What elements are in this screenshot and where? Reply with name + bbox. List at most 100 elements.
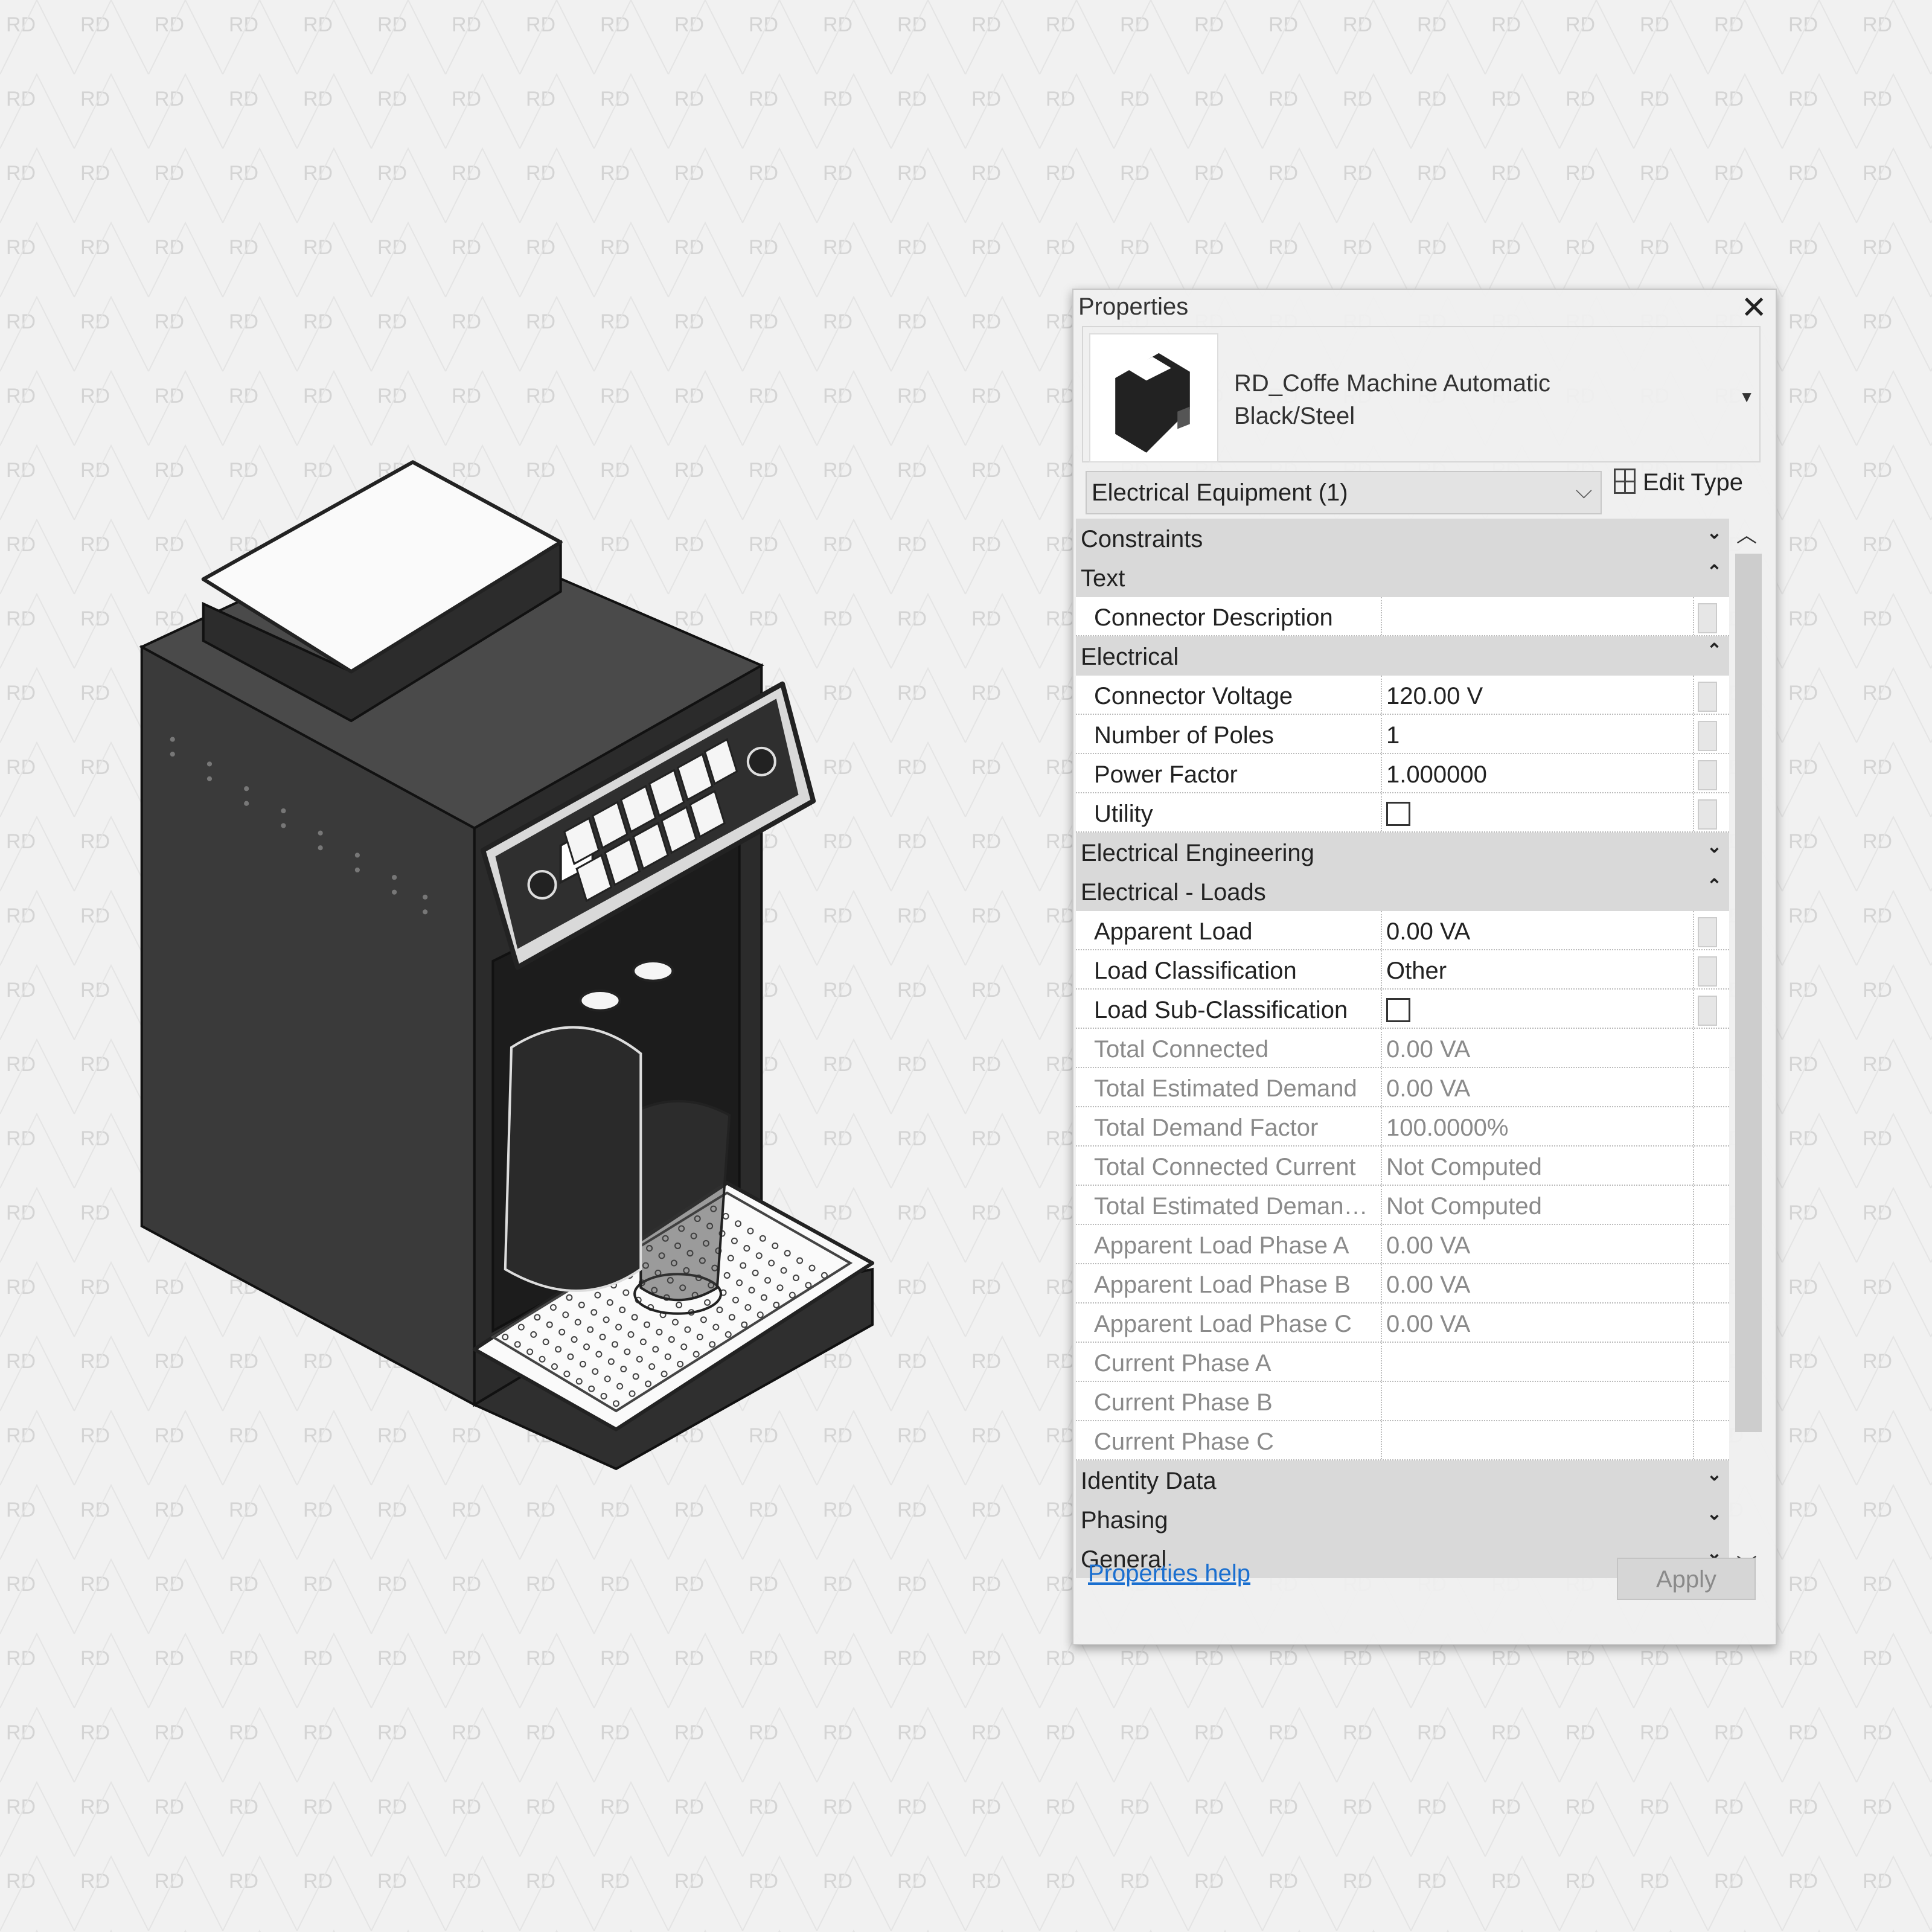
property-value[interactable]: 1.000000: [1386, 761, 1688, 788]
property-row: Current Phase C: [1076, 1421, 1729, 1460]
property-label: Total Demand Factor: [1094, 1115, 1319, 1141]
property-value: 0.00 VA: [1386, 1232, 1471, 1259]
group-label: Constraints: [1081, 526, 1203, 552]
property-row: Total Connected 0.00 VA: [1076, 1029, 1729, 1068]
associate-parameter-button[interactable]: [1698, 721, 1717, 751]
expand-icon[interactable]: ⌄: [1707, 1503, 1722, 1524]
close-icon[interactable]: ✕: [1741, 290, 1767, 326]
property-label: Total Estimated Demand: [1094, 1075, 1357, 1102]
category-filter-value: Electrical Equipment (1): [1092, 479, 1348, 506]
collapse-icon[interactable]: ⌃: [1707, 875, 1722, 897]
property-checkbox[interactable]: [1386, 998, 1410, 1022]
property-checkbox[interactable]: [1386, 802, 1410, 826]
properties-panel: Properties ✕ RD_Coffe Machine Automatic …: [1072, 289, 1777, 1645]
property-row: Apparent Load Phase A 0.00 VA: [1076, 1225, 1729, 1264]
edit-type-icon: [1614, 469, 1636, 494]
type-selector[interactable]: RD_Coffe Machine Automatic Black/Steel ▼: [1082, 326, 1761, 462]
group-label: Text: [1081, 565, 1125, 592]
vertical-scrollbar[interactable]: ︿ ﹀: [1730, 519, 1762, 1578]
group-label: Electrical: [1081, 644, 1179, 670]
property-row: Apparent Load Phase C 0.00 VA: [1076, 1303, 1729, 1343]
properties-grid: Constraints ⌄ Text ⌃ Connector Description El…: [1076, 519, 1729, 1578]
property-row: Total Connected Current Not Computed: [1076, 1147, 1729, 1186]
property-label: Apparent Load Phase B: [1094, 1271, 1351, 1298]
expand-icon[interactable]: ⌄: [1707, 522, 1722, 543]
property-row: Number of Poles 1: [1076, 715, 1729, 754]
property-row: Connector Description: [1076, 597, 1729, 636]
property-label: Connector Voltage: [1094, 683, 1293, 709]
property-row: Total Demand Factor 100.0000%: [1076, 1107, 1729, 1147]
property-value: Not Computed: [1386, 1193, 1542, 1220]
property-label: Current Phase B: [1094, 1389, 1273, 1416]
collapse-icon[interactable]: ⌃: [1707, 640, 1722, 661]
property-row: Load Classification Other: [1076, 950, 1729, 990]
property-label: Power Factor: [1094, 761, 1238, 788]
scroll-up-icon[interactable]: ︿: [1736, 519, 1757, 548]
property-label: Total Connected Current: [1094, 1154, 1356, 1180]
edit-type-button[interactable]: Edit Type: [1614, 469, 1743, 496]
apply-button[interactable]: Apply: [1617, 1558, 1756, 1600]
expand-icon[interactable]: ⌄: [1707, 836, 1722, 857]
property-row: Total Estimated Demand ... Not Computed: [1076, 1186, 1729, 1225]
associate-parameter-button[interactable]: [1698, 760, 1717, 790]
group-header[interactable]: Identity Data ⌄: [1076, 1460, 1729, 1500]
associate-parameter-button[interactable]: [1698, 917, 1717, 947]
property-value: 100.0000%: [1386, 1115, 1509, 1141]
chevron-down-icon: ⌵: [1575, 478, 1592, 503]
milk-jug: [504, 1026, 642, 1292]
property-label: Utility: [1094, 801, 1153, 827]
property-label: Load Classification: [1094, 958, 1297, 984]
group-label: Identity Data: [1081, 1468, 1217, 1494]
property-value: 0.00 VA: [1386, 1271, 1471, 1298]
property-row: Connector Voltage 120.00 V: [1076, 676, 1729, 715]
associate-parameter-button[interactable]: [1698, 996, 1717, 1026]
group-label: Phasing: [1081, 1507, 1168, 1534]
group-label: Electrical Engineering: [1081, 840, 1314, 866]
property-label: Load Sub-Classification: [1094, 997, 1348, 1023]
property-label: Current Phase C: [1094, 1428, 1274, 1455]
property-value: 0.00 VA: [1386, 1311, 1471, 1337]
associate-parameter-button[interactable]: [1698, 682, 1717, 712]
property-label: Connector Description: [1094, 604, 1333, 631]
property-row: Power Factor 1.000000: [1076, 754, 1729, 793]
group-header[interactable]: Electrical Engineering ⌄: [1076, 833, 1729, 872]
properties-help-link[interactable]: Properties help: [1088, 1560, 1250, 1587]
property-row: Load Sub-Classification: [1076, 990, 1729, 1029]
group-header[interactable]: Electrical - Loads ⌃: [1076, 872, 1729, 911]
property-label: Apparent Load Phase C: [1094, 1311, 1352, 1337]
collapse-icon[interactable]: ⌃: [1707, 561, 1722, 583]
property-row: Current Phase A: [1076, 1343, 1729, 1382]
type-name-line1: RD_Coffe Machine Automatic: [1234, 370, 1550, 397]
property-label: Total Estimated Demand ...: [1094, 1193, 1378, 1220]
property-label: Number of Poles: [1094, 722, 1274, 749]
group-header[interactable]: Constraints ⌄: [1076, 519, 1729, 558]
property-row: Apparent Load 0.00 VA: [1076, 911, 1729, 950]
dropdown-arrow-icon[interactable]: ▼: [1739, 388, 1754, 406]
property-value[interactable]: 1: [1386, 722, 1688, 749]
property-row: Apparent Load Phase B 0.00 VA: [1076, 1264, 1729, 1303]
property-row: Current Phase B: [1076, 1382, 1729, 1421]
associate-parameter-button[interactable]: [1698, 956, 1717, 987]
group-header[interactable]: Electrical ⌃: [1076, 636, 1729, 676]
property-value: Not Computed: [1386, 1154, 1542, 1180]
property-value: 0.00 VA: [1386, 1075, 1471, 1102]
group-header[interactable]: Phasing ⌄: [1076, 1500, 1729, 1539]
type-name-line2: Black/Steel: [1234, 403, 1355, 429]
property-value[interactable]: Other: [1386, 958, 1688, 985]
group-header[interactable]: Text ⌃: [1076, 558, 1729, 597]
edit-type-label: Edit Type: [1643, 469, 1744, 496]
property-label: Apparent Load: [1094, 918, 1253, 945]
group-label: Electrical - Loads: [1081, 879, 1266, 906]
expand-icon[interactable]: ⌄: [1707, 1464, 1722, 1485]
property-label: Total Connected: [1094, 1036, 1269, 1063]
property-value[interactable]: 0.00 VA: [1386, 918, 1688, 945]
scrollbar-thumb[interactable]: [1735, 554, 1762, 1432]
coffee-machine-thumbnail-icon: [1115, 353, 1190, 453]
property-row: Total Estimated Demand 0.00 VA: [1076, 1068, 1729, 1107]
category-filter-dropdown[interactable]: Electrical Equipment (1) ⌵: [1086, 471, 1602, 514]
power-button-icon: [527, 869, 557, 900]
property-value[interactable]: 120.00 V: [1386, 683, 1688, 710]
type-thumbnail: [1089, 333, 1218, 462]
associate-parameter-button[interactable]: [1698, 603, 1717, 633]
associate-parameter-button[interactable]: [1698, 799, 1717, 830]
